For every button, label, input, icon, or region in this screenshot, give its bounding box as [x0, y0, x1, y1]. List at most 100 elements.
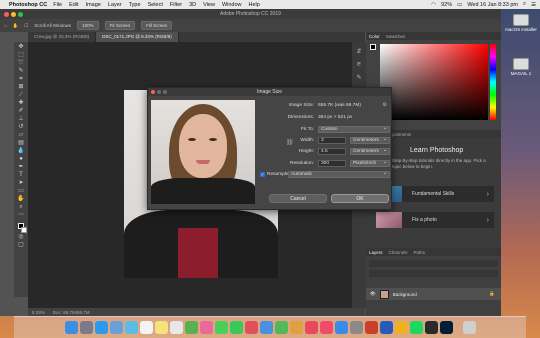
menu-file[interactable]: File: [53, 2, 62, 8]
powerpoint-icon[interactable]: [364, 321, 378, 334]
zoom-window-button[interactable]: [18, 11, 23, 17]
menu-help[interactable]: Help: [249, 2, 260, 8]
reminders-icon[interactable]: [169, 321, 183, 334]
tab-paths[interactable]: Paths: [414, 250, 426, 255]
history-panel-icon[interactable]: ⇵: [356, 48, 361, 55]
pen-tool-icon[interactable]: ✒: [16, 164, 26, 171]
hand-tool-icon[interactable]: ✋: [13, 23, 19, 29]
battery-level[interactable]: 92%: [441, 2, 452, 8]
menu-layer[interactable]: Layer: [108, 2, 122, 8]
minimize-window-button[interactable]: [11, 11, 16, 17]
news-icon[interactable]: [244, 321, 258, 334]
gear-icon[interactable]: ⚙: [383, 102, 387, 108]
tab-dsc-0171[interactable]: DSC_0171.JPG @ 8.33% (RGB/8): [96, 32, 179, 42]
wifi-icon[interactable]: ◠: [431, 2, 436, 8]
menu-view[interactable]: View: [203, 2, 215, 8]
move-tool-icon[interactable]: ✥: [16, 44, 26, 51]
resolution-unit-select[interactable]: Pixels/Inch: [350, 160, 390, 167]
home-icon[interactable]: ⌂: [4, 23, 7, 28]
pages-icon[interactable]: [289, 321, 303, 334]
desktop-icon-magail[interactable]: MAGAIL 1: [504, 58, 538, 76]
spotify-icon[interactable]: [409, 321, 423, 334]
facetime-icon[interactable]: [229, 321, 243, 334]
photos-icon[interactable]: [199, 321, 213, 334]
quick-select-tool-icon[interactable]: ✎: [16, 68, 26, 75]
photoshop-dock-icon[interactable]: [439, 321, 453, 334]
menu-type[interactable]: Type: [129, 2, 141, 8]
scroll-all-checkbox[interactable]: ☐: [24, 23, 28, 29]
width-unit-select[interactable]: Centimeters: [350, 137, 390, 144]
trash-icon[interactable]: [462, 321, 476, 334]
finder-icon[interactable]: [64, 321, 78, 334]
tab-swatches[interactable]: Swatches: [386, 34, 406, 39]
blend-mode-bar[interactable]: [369, 270, 498, 277]
marquee-tool-icon[interactable]: ⬚: [16, 52, 26, 59]
blur-tool-icon[interactable]: 💧: [16, 148, 26, 155]
messages-icon[interactable]: [214, 321, 228, 334]
app-menu[interactable]: Photoshop CC: [9, 2, 47, 8]
rectangle-tool-icon[interactable]: ▭: [16, 188, 26, 195]
panel-foreground-swatch[interactable]: [370, 44, 376, 50]
properties-panel-icon[interactable]: ⚟: [356, 61, 361, 68]
chrome-icon[interactable]: [394, 321, 408, 334]
learn-item-fix-photo[interactable]: Fix a photo ›: [376, 212, 494, 228]
zoom-tool-icon[interactable]: ⌕: [16, 204, 26, 211]
keynote-icon[interactable]: [259, 321, 273, 334]
width-input[interactable]: 3: [318, 137, 346, 144]
history-brush-tool-icon[interactable]: ↺: [16, 124, 26, 131]
dimensions-value[interactable]: 364 px × 521 px: [318, 115, 352, 120]
color-field[interactable]: [380, 44, 488, 120]
resample-select[interactable]: Automatic: [288, 171, 390, 178]
eraser-tool-icon[interactable]: ▱: [16, 132, 26, 139]
resample-checkbox[interactable]: ✓: [260, 172, 265, 177]
fit-screen-button[interactable]: Fit Screen: [104, 21, 136, 30]
brush-tool-icon[interactable]: ✐: [16, 108, 26, 115]
frame-tool-icon[interactable]: ⊠: [16, 84, 26, 91]
search-icon[interactable]: ⌕: [523, 1, 526, 8]
type-tool-icon[interactable]: T: [16, 172, 26, 179]
zoom-level[interactable]: 8.33%: [32, 310, 45, 315]
zoom-100-button[interactable]: 100%: [77, 21, 99, 30]
gradient-tool-icon[interactable]: ▤: [16, 140, 26, 147]
hue-slider[interactable]: [490, 44, 496, 120]
menu-window[interactable]: Window: [222, 2, 242, 8]
tab-layers[interactable]: Layers: [369, 250, 383, 255]
word-icon[interactable]: [379, 321, 393, 334]
tab-crew-jpg[interactable]: Crew.jpg @ 33.3% (RGB/8): [28, 32, 97, 42]
eyedropper-tool-icon[interactable]: ⟋: [16, 92, 26, 99]
screen-mode-icon[interactable]: ▢: [16, 242, 26, 249]
healing-brush-tool-icon[interactable]: ✚: [16, 100, 26, 107]
calendar-icon[interactable]: [139, 321, 153, 334]
dodge-tool-icon[interactable]: ●: [16, 156, 26, 163]
lasso-tool-icon[interactable]: ➰: [16, 60, 26, 67]
tab-channels[interactable]: Channels: [389, 250, 408, 255]
height-input[interactable]: 4.5: [318, 148, 346, 155]
height-unit-select[interactable]: Centimeters: [350, 148, 390, 155]
app-store-icon[interactable]: [334, 321, 348, 334]
dialog-close-button[interactable]: [151, 90, 155, 94]
maps-icon[interactable]: [184, 321, 198, 334]
menu-list-icon[interactable]: ☰: [531, 2, 536, 8]
stocks-icon[interactable]: [424, 321, 438, 334]
menu-select[interactable]: Select: [148, 2, 163, 8]
background-color-swatch[interactable]: [20, 227, 27, 233]
clock[interactable]: Wed 16 Jan 8:33 pm: [467, 2, 518, 8]
path-select-tool-icon[interactable]: ➤: [16, 180, 26, 187]
desktop-icon-macos-installer[interactable]: macOS installer: [504, 14, 538, 32]
contacts-icon[interactable]: [124, 321, 138, 334]
layer-filter-bar[interactable]: [369, 260, 498, 267]
menu-edit[interactable]: Edit: [69, 2, 78, 8]
crop-tool-icon[interactable]: ⌗: [16, 76, 26, 83]
cancel-button[interactable]: Cancel: [269, 194, 327, 203]
safari-icon[interactable]: [94, 321, 108, 334]
numbers-icon[interactable]: [274, 321, 288, 334]
learn-item-fundamental-skills[interactable]: Fundamental Skills ›: [376, 186, 494, 202]
system-preferences-icon[interactable]: [349, 321, 363, 334]
fill-screen-button[interactable]: Fill Screen: [141, 21, 173, 30]
fit-to-select[interactable]: Custom: [318, 126, 390, 133]
launchpad-icon[interactable]: [79, 321, 93, 334]
menu-filter[interactable]: Filter: [170, 2, 182, 8]
ok-button[interactable]: OK: [331, 194, 389, 203]
image-preview[interactable]: [151, 100, 255, 204]
close-window-button[interactable]: [4, 11, 9, 17]
